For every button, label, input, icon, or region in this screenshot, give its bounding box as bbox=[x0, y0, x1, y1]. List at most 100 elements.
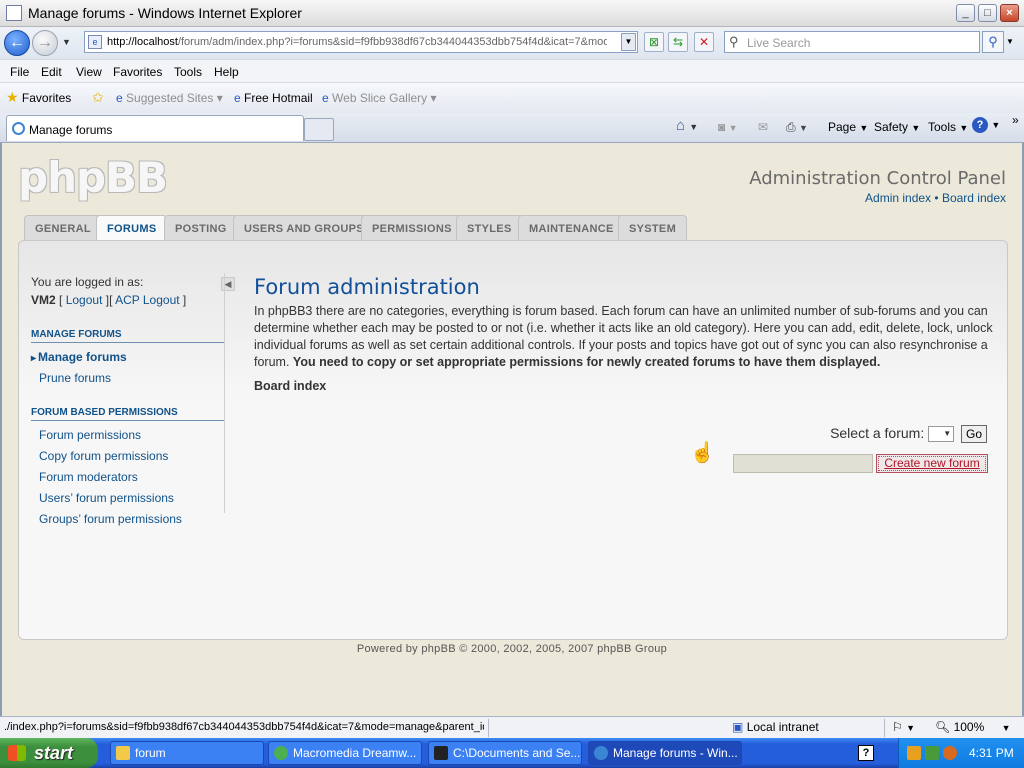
username: VM2 bbox=[31, 293, 56, 307]
search-box[interactable]: ⚲ Live Search bbox=[724, 31, 980, 53]
page-menu-label: Page bbox=[828, 120, 857, 134]
refresh-icon[interactable]: ⇆ bbox=[668, 32, 688, 52]
page-title: Forum administration bbox=[254, 275, 480, 299]
tab-system[interactable]: System bbox=[618, 215, 688, 241]
sidebar-item-forum-moderators[interactable]: Forum moderators bbox=[31, 470, 225, 484]
favorites-button[interactable]: ★ Favorites bbox=[6, 89, 71, 106]
taskbar-item-manage-forums[interactable]: Manage forums - Win... bbox=[588, 741, 742, 765]
menu-favorites[interactable]: Favorites bbox=[113, 65, 162, 79]
go-button[interactable]: Go bbox=[961, 425, 987, 444]
menu-view[interactable]: View bbox=[76, 65, 102, 79]
page-icon: e bbox=[88, 35, 102, 49]
tools-menu-label: Tools bbox=[928, 120, 957, 134]
maximize-button[interactable]: □ bbox=[978, 4, 997, 22]
tab-styles[interactable]: Styles bbox=[456, 215, 523, 241]
create-new-forum-button[interactable]: Create new forum bbox=[876, 454, 988, 473]
new-tab-button[interactable] bbox=[304, 118, 334, 141]
taskbar-item-label: Manage forums - Win... bbox=[613, 746, 738, 760]
history-dropdown-icon[interactable]: ▼ bbox=[62, 37, 71, 47]
web-slice-gallery-link[interactable]: e Web Slice Gallery ▾ bbox=[322, 91, 437, 105]
tray-icon[interactable] bbox=[907, 746, 921, 760]
mail-icon[interactable]: ✉ bbox=[758, 120, 768, 134]
feeds-icon[interactable]: ◙ ▼ bbox=[718, 120, 738, 134]
logout-link[interactable]: Logout bbox=[66, 293, 103, 307]
print-icon[interactable]: ⎙ ▼ bbox=[786, 120, 808, 135]
home-icon[interactable]: ⌂ ▼ bbox=[676, 117, 698, 134]
breadcrumb-board-index: Board index bbox=[254, 379, 327, 393]
search-go-icon[interactable]: ⚲ bbox=[982, 31, 1004, 53]
menu-help[interactable]: Help bbox=[214, 65, 239, 79]
star-icon: ★ bbox=[6, 89, 19, 105]
address-url[interactable]: http://localhost/forum/adm/index.php?i=f… bbox=[107, 36, 607, 48]
sidebar-item-manage-forums[interactable]: Manage forums bbox=[31, 350, 225, 364]
tab-forums[interactable]: Forums bbox=[96, 215, 168, 242]
page-viewport: phpBB Administration Control Panel Admin… bbox=[0, 143, 1024, 716]
clock[interactable]: 4:31 PM bbox=[969, 746, 1014, 760]
menu-file[interactable]: File bbox=[10, 65, 29, 79]
suggested-sites-label: Suggested Sites bbox=[126, 91, 214, 105]
favorites-bar: ★ Favorites ✩ e Suggested Sites ▾ e Free… bbox=[0, 83, 1024, 113]
status-url: ./index.php?i=forums&sid=f9fbb938df67cb3… bbox=[4, 721, 484, 733]
back-button[interactable]: ← bbox=[4, 30, 30, 56]
taskbar-item-forum[interactable]: forum bbox=[110, 741, 264, 765]
acp-links: Admin index • Board index bbox=[865, 191, 1006, 205]
tab-row: Manage forums ⌂ ▼ ◙ ▼ ✉ ⎙ ▼ Page ▼ Safet… bbox=[0, 113, 1024, 143]
sidebar-item-copy-forum-permissions[interactable]: Copy forum permissions bbox=[31, 449, 225, 463]
start-button[interactable]: start bbox=[0, 738, 98, 768]
windows-flag-icon bbox=[8, 745, 26, 761]
window-title: Manage forums - Windows Internet Explore… bbox=[28, 5, 302, 21]
free-hotmail-label: Free Hotmail bbox=[244, 91, 313, 105]
logged-in-label: You are logged in as: bbox=[31, 275, 144, 289]
protected-mode-icon[interactable]: ⚐ ▼ bbox=[892, 720, 915, 734]
sidebar-item-prune-forums[interactable]: Prune forums bbox=[31, 371, 225, 385]
help-tray-icon[interactable]: ? bbox=[858, 745, 874, 761]
tab-posting[interactable]: Posting bbox=[164, 215, 238, 241]
new-forum-name-input[interactable] bbox=[733, 454, 873, 473]
tools-menu[interactable]: Tools ▼ bbox=[928, 120, 968, 134]
ie-window-icon bbox=[6, 5, 22, 21]
close-button[interactable]: × bbox=[1000, 4, 1019, 22]
select-forum-label: Select a forum: bbox=[830, 425, 925, 441]
help-icon[interactable]: ? ▼ bbox=[972, 117, 1000, 133]
security-zone[interactable]: ▣ Local intranet bbox=[732, 720, 819, 734]
chevron-more-icon[interactable]: » bbox=[1012, 113, 1019, 127]
tab-maintenance[interactable]: Maintenance bbox=[518, 215, 625, 241]
7zip-icon bbox=[434, 746, 448, 760]
menu-edit[interactable]: Edit bbox=[41, 65, 62, 79]
admin-index-link[interactable]: Admin index bbox=[865, 191, 931, 205]
web-slice-gallery-label: Web Slice Gallery bbox=[332, 91, 428, 105]
tray-icon[interactable] bbox=[925, 746, 939, 760]
phpbb-logo[interactable]: phpBB bbox=[18, 153, 168, 202]
address-dropdown-icon[interactable]: ▼ bbox=[621, 33, 636, 51]
sidebar-item-groups-forum-permissions[interactable]: Groups’ forum permissions bbox=[31, 512, 225, 526]
board-index-link[interactable]: Board index bbox=[942, 191, 1006, 205]
tab-users-and-groups[interactable]: Users and groups bbox=[233, 215, 375, 241]
hand-cursor-icon: ☝ bbox=[690, 442, 715, 464]
address-bar[interactable]: e http://localhost/forum/adm/index.php?i… bbox=[84, 31, 638, 53]
add-favorite-icon[interactable]: ✩ bbox=[92, 89, 104, 106]
zoom-control[interactable]: 🔍︎ 100% ▼ bbox=[935, 720, 1011, 734]
taskbar-item-label: Macromedia Dreamw... bbox=[293, 746, 417, 760]
menu-tools[interactable]: Tools bbox=[174, 65, 202, 79]
sidebar-item-users-forum-permissions[interactable]: Users’ forum permissions bbox=[31, 491, 225, 505]
sidebar-item-forum-permissions[interactable]: Forum permissions bbox=[31, 428, 225, 442]
search-dropdown-icon[interactable]: ▼ bbox=[1006, 37, 1014, 46]
minimize-button[interactable]: _ bbox=[956, 4, 975, 22]
forward-button[interactable]: → bbox=[32, 30, 58, 56]
intro-text: In phpBB3 there are no categories, every… bbox=[254, 303, 994, 371]
safety-menu[interactable]: Safety ▼ bbox=[874, 120, 920, 134]
tab-manage-forums[interactable]: Manage forums bbox=[6, 115, 304, 141]
stop-icon[interactable]: ✕ bbox=[694, 32, 714, 52]
zoom-level: 100% bbox=[953, 720, 985, 734]
compatibility-view-icon[interactable]: ⊠ bbox=[644, 32, 664, 52]
tab-permissions[interactable]: Permissions bbox=[361, 215, 463, 241]
suggested-sites-link[interactable]: e Suggested Sites ▾ bbox=[116, 91, 223, 105]
taskbar-item-dreamweaver[interactable]: Macromedia Dreamw... bbox=[268, 741, 422, 765]
taskbar-item-7zip[interactable]: C:\Documents and Se... bbox=[428, 741, 582, 765]
acp-logout-link[interactable]: ACP Logout bbox=[115, 293, 180, 307]
tab-general[interactable]: General bbox=[24, 215, 102, 241]
free-hotmail-link[interactable]: e Free Hotmail bbox=[234, 91, 313, 105]
forum-select[interactable]: ▼ bbox=[928, 426, 955, 443]
tray-icon[interactable] bbox=[943, 746, 957, 760]
page-menu[interactable]: Page ▼ bbox=[828, 120, 868, 134]
